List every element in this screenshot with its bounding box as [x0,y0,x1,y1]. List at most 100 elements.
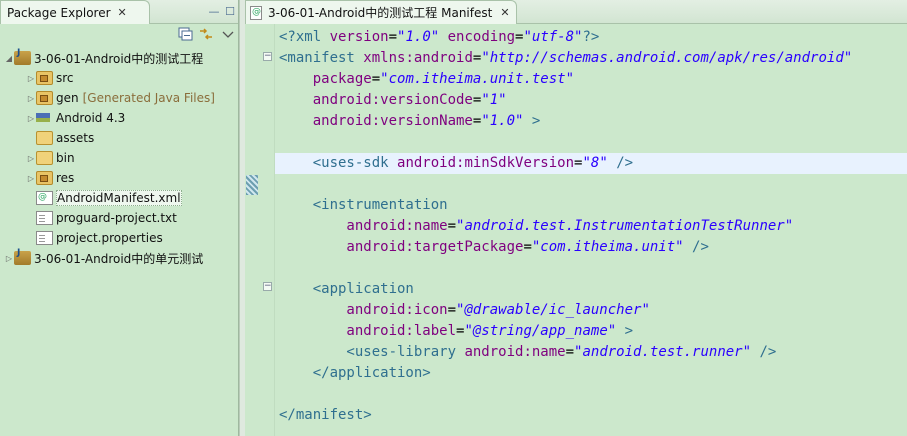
close-icon[interactable]: ✕ [118,6,127,19]
xml-file-icon [250,5,262,20]
code-token: android:icon [279,302,448,318]
code-line[interactable]: <instrumentation [275,195,907,216]
folder-icon [36,151,53,165]
code-line[interactable]: </application> [275,363,907,384]
collapsed-arrow-icon[interactable]: ▷ [4,254,14,263]
tree-item-label: 3-06-01-Android中的测试工程 [34,51,204,66]
project-icon [14,248,31,265]
code-line[interactable]: <?xml version="1.0" encoding="utf-8"?> [275,27,907,48]
code-token: </manifest> [279,407,372,423]
tab-manifest-editor[interactable]: 3-06-01-Android中的测试工程 Manifest ✕ [245,0,517,24]
code-line[interactable]: <manifest xmlns:android="http://schemas.… [275,48,907,69]
maximize-icon[interactable]: ☐ [222,4,238,20]
tree-item-res[interactable]: ▷ res [26,168,74,188]
tree-item-src[interactable]: ▷ src [26,68,74,88]
code-token: ?> [582,29,600,45]
collapse-all-icon[interactable] [178,27,194,41]
code-token: "android.test.InstrumentationTestRunner" [456,218,794,234]
fold-toggle-icon[interactable]: − [263,282,272,291]
code-token: </application> [279,365,431,381]
explorer-tab-bar: Package Explorer ✕ — ☐ [0,0,238,24]
code-token: > [523,113,541,129]
code-line[interactable] [275,258,907,279]
tree-item-project-properties[interactable]: project.properties [26,228,163,248]
code-line[interactable]: android:icon="@drawable/ic_launcher" [275,300,907,321]
fold-toggle-icon[interactable]: − [263,52,272,61]
code-line[interactable]: android:versionName="1.0" > [275,111,907,132]
tree-item-label: assets [56,131,95,145]
tree-item-bin[interactable]: ▷ bin [26,148,75,168]
code-token: /> [607,155,634,171]
code-token: "1.0" [397,29,440,45]
code-token: version [329,29,389,45]
code-token: "http://schemas.android.com/apk/res/andr… [481,50,853,66]
text-file-icon [36,211,53,225]
code-line[interactable]: </manifest> [275,405,907,426]
tree-item-label: res [56,171,75,185]
collapsed-arrow-icon[interactable]: ▷ [26,174,36,183]
code-token: = [371,71,381,87]
code-token: "@string/app_name" [464,323,617,339]
code-token: "1.0" [481,113,524,129]
tree-item-assets[interactable]: assets [26,128,94,148]
tree-item-label: src [56,71,74,85]
tab-package-explorer[interactable]: Package Explorer ✕ [0,0,150,24]
package-folder-icon [36,71,53,85]
code-line[interactable] [275,384,907,405]
editor-tab-bar: 3-06-01-Android中的测试工程 Manifest ✕ [245,0,907,24]
tree-item-gen[interactable]: ▷ gen [Generated Java Files] [26,88,215,108]
tree-item-project-unit[interactable]: ▷ 3-06-01-Android中的单元测试 [4,248,203,268]
expanded-arrow-icon[interactable]: ◢ [4,54,14,63]
code-token: "com.itheima.unit.test" [380,71,575,87]
code-line[interactable]: android:targetPackage="com.itheima.unit"… [275,237,907,258]
code-line[interactable] [275,174,907,195]
tree-item-proguard[interactable]: proguard-project.txt [26,208,177,228]
code-token: "android.test.runner" [574,344,752,360]
code-token: = [447,218,457,234]
collapsed-arrow-icon[interactable]: ▷ [26,154,36,163]
code-token: <instrumentation [279,197,448,213]
tree-item-label: 3-06-01-Android中的单元测试 [34,251,204,266]
code-line[interactable] [275,132,907,153]
collapsed-arrow-icon[interactable]: ▷ [26,114,36,123]
editor-tab-label: 3-06-01-Android中的测试工程 Manifest [268,6,493,20]
code-line[interactable]: android:label="@string/app_name" > [275,321,907,342]
tree-item-android-manifest[interactable]: AndroidManifest.xml [26,188,182,208]
link-with-editor-icon[interactable] [198,27,214,41]
library-icon [36,111,53,125]
view-menu-icon[interactable] [220,27,236,41]
folder-icon [36,131,53,145]
code-area[interactable]: <?xml version="1.0" encoding="utf-8"?> <m… [275,24,907,436]
code-token: /> [683,239,709,255]
code-token: = [523,239,532,255]
collapsed-arrow-icon[interactable]: ▷ [26,74,36,83]
tree-item-project-test[interactable]: ◢ 3-06-01-Android中的测试工程 [4,48,203,68]
tree-item-label: bin [56,151,75,165]
xml-file-icon [36,191,53,205]
code-token: = [565,344,575,360]
code-token: android:label [279,323,457,339]
code-line[interactable]: package="com.itheima.unit.test" [275,69,907,90]
code-line[interactable]: <application [275,279,907,300]
package-folder-icon [36,171,53,185]
code-token: <uses-library [279,344,465,360]
code-token: "@drawable/ic_launcher" [456,302,650,318]
collapsed-arrow-icon[interactable]: ▷ [26,94,36,103]
manifest-editor: 3-06-01-Android中的测试工程 Manifest ✕ − − <?x… [245,0,907,436]
code-token: > [616,323,634,339]
code-line[interactable]: android:name="android.test.Instrumentati… [275,216,907,237]
code-line[interactable]: <uses-library android:name="android.test… [275,342,907,363]
code-line[interactable]: <uses-sdk android:minSdkVersion="8" /> [275,153,907,174]
close-icon[interactable]: ✕ [500,6,509,19]
current-line-marker[interactable] [246,175,258,195]
eclipse-window: Package Explorer ✕ — ☐ ◢ J 3-06-01-Andro… [0,0,907,436]
code-token: package [279,71,372,87]
package-explorer-view: Package Explorer ✕ — ☐ ◢ J 3-06-01-Andro… [0,0,239,436]
code-line[interactable]: android:versionCode="1" [275,90,907,111]
tree-item-android-library[interactable]: ▷ Android 4.3 [26,108,125,128]
code-token: <application [279,281,414,297]
code-token: android:versionName [279,113,473,129]
minimize-icon[interactable]: — [206,4,222,20]
code-token: <?xml [279,29,330,45]
code-token: /> [751,344,777,360]
